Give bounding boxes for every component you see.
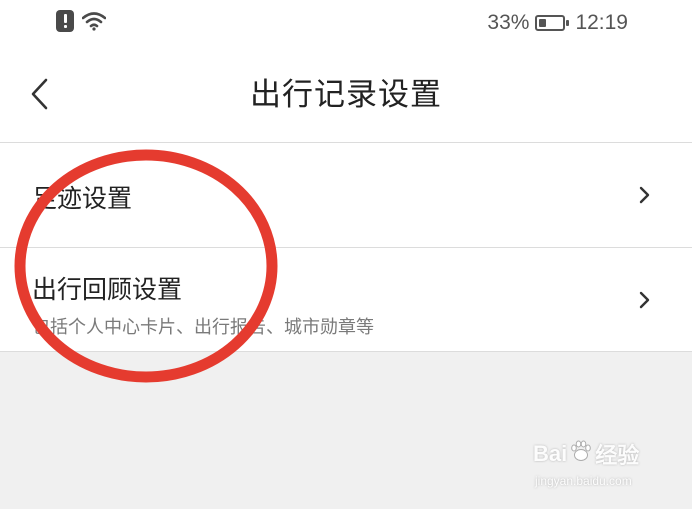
navigation-header: 出行记录设置 (0, 48, 692, 143)
watermark-logo-text-right: 经验 (595, 443, 640, 468)
trip-review-settings-title: 出行回顾设置 (32, 275, 183, 304)
status-icons-right: 33% 12:19 (487, 10, 628, 36)
alert-icon (56, 10, 74, 32)
clock-time: 12:19 (575, 11, 628, 34)
chevron-left-icon (31, 78, 48, 110)
back-button[interactable] (22, 74, 58, 114)
watermark-logo-text-left: Bai (533, 441, 568, 466)
status-bar: 33% 12:19 (0, 0, 692, 48)
footprint-settings-title: 足迹设置 (32, 184, 133, 213)
settings-list: 足迹设置 出行回顾设置 包括个人中心卡片、出行报告、城市勋章等 (0, 143, 692, 352)
baidu-jingyan-watermark: Bai 经验 jingyan.baidu.com (533, 438, 663, 498)
status-icons-left (56, 10, 106, 32)
battery-percent: 33% (487, 11, 530, 34)
watermark-logo: Bai 经验 (533, 438, 663, 470)
wifi-icon (82, 11, 106, 31)
battery-icon (535, 15, 570, 31)
page-title: 出行记录设置 (250, 77, 442, 113)
footprint-settings-item[interactable]: 足迹设置 (0, 143, 692, 248)
trip-review-settings-description: 包括个人中心卡片、出行报告、城市勋章等 (32, 317, 374, 338)
chevron-right-icon (638, 184, 652, 206)
watermark-url: jingyan.baidu.com (535, 474, 632, 488)
chevron-right-icon (638, 289, 652, 311)
battery-level-fill (539, 19, 547, 27)
trip-review-settings-item[interactable]: 出行回顾设置 包括个人中心卡片、出行报告、城市勋章等 (0, 248, 692, 352)
paw-icon (569, 439, 593, 469)
